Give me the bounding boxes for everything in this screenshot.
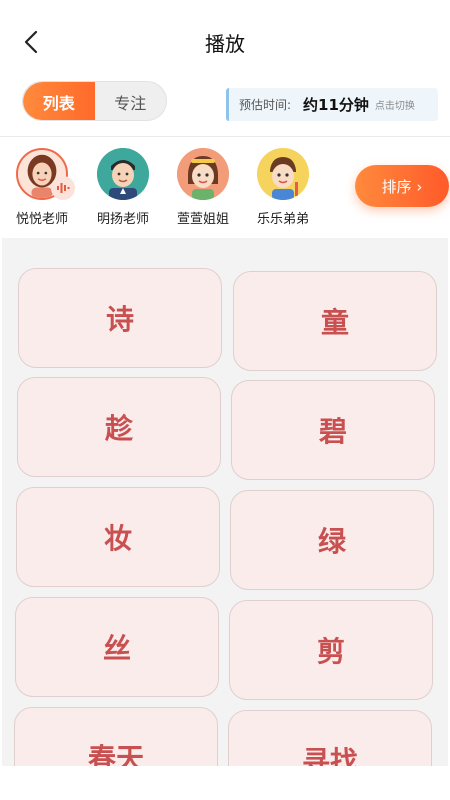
boy-avatar-icon — [257, 148, 309, 200]
page-title: 播放 — [205, 32, 245, 56]
voice-name: 明扬老师 — [96, 212, 149, 227]
word-card[interactable]: 童 — [233, 271, 437, 371]
estimate-label: 预估时间: — [239, 98, 292, 112]
divider — [0, 136, 450, 137]
voice-yueyue[interactable]: 悦悦老师 — [2, 148, 82, 227]
estimate-switch-link[interactable]: 点击切换 — [375, 97, 415, 112]
app-root: 播放 列表 专注 预估时间: 约11分钟 点击切换 悦悦老师 明扬老师 萱萱姐姐… — [0, 0, 450, 800]
word-card[interactable]: 绿 — [230, 490, 434, 590]
word-card[interactable]: 诗 — [18, 268, 222, 368]
voice-lele[interactable]: 乐乐弟弟 — [243, 148, 323, 227]
word-card[interactable]: 趁 — [17, 377, 221, 477]
word-card[interactable]: 碧 — [231, 380, 435, 480]
word-card[interactable]: 剪 — [229, 600, 433, 700]
mode-toggle: 列表 专注 — [22, 81, 167, 121]
avatar — [177, 148, 229, 200]
sort-button[interactable]: 排序 › — [355, 165, 449, 207]
tab-focus[interactable]: 专注 — [95, 82, 167, 120]
bottom-bar — [0, 766, 450, 800]
voice-name: 悦悦老师 — [15, 212, 68, 227]
voice-mingyang[interactable]: 明扬老师 — [83, 148, 163, 227]
avatar — [97, 148, 149, 200]
avatar — [257, 148, 309, 200]
tab-list[interactable]: 列表 — [23, 82, 95, 120]
estimate-box[interactable]: 预估时间: 约11分钟 点击切换 — [226, 88, 438, 121]
word-card[interactable]: 妆 — [16, 487, 220, 587]
voice-name: 萱萱姐姐 — [176, 212, 229, 227]
word-grid: 诗 童 趁 碧 妆 绿 丝 剪 春天 寻找 — [2, 238, 448, 800]
voice-name: 乐乐弟弟 — [256, 212, 309, 227]
header: 播放 — [0, 0, 450, 80]
estimate-value: 约11分钟 — [303, 96, 369, 114]
voice-xuanxuan[interactable]: 萱萱姐姐 — [163, 148, 243, 227]
man-avatar-icon — [97, 148, 149, 200]
word-card[interactable]: 丝 — [15, 597, 219, 697]
girl-avatar-icon — [177, 148, 229, 200]
sound-wave-icon — [51, 176, 75, 200]
